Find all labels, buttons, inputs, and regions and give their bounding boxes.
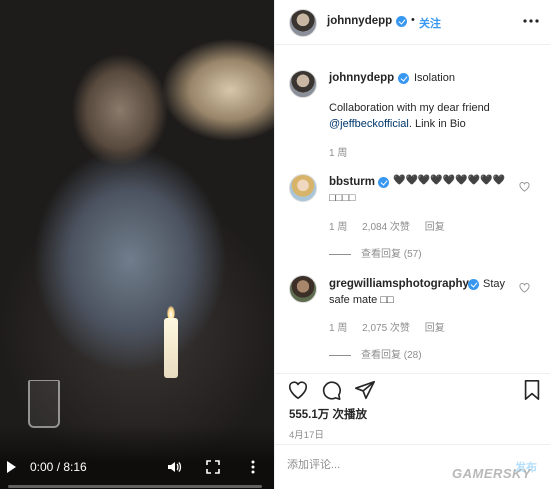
view-replies-label: 查看回复 (28) — [361, 350, 422, 361]
like-comment-icon[interactable] — [519, 283, 530, 293]
comment-text-line-2: safe mate □□ — [329, 294, 394, 306]
play-icon[interactable] — [7, 461, 16, 473]
comment-username[interactable]: gregwilliamsphotography — [329, 278, 469, 290]
reply-button[interactable]: 回复 — [425, 323, 445, 334]
view-replies-button[interactable]: 查看回复 (28) — [329, 346, 422, 361]
comment-avatar[interactable] — [289, 174, 317, 202]
caption-line-2-rest: . Link in Bio — [408, 118, 466, 130]
replies-line — [329, 253, 351, 255]
share-icon[interactable] — [354, 379, 376, 401]
verified-icon — [468, 279, 479, 290]
more-vertical-icon[interactable] — [250, 459, 256, 475]
caption-username[interactable]: johnnydepp — [329, 72, 394, 84]
post-date: 4月17日 — [289, 430, 324, 441]
comment-meta: 1 周 2,075 次赞 回复 — [329, 319, 457, 334]
video-progress-bar[interactable] — [8, 485, 262, 488]
view-replies-button[interactable]: 查看回复 (57) — [329, 245, 422, 260]
view-count[interactable]: 555.1万 次播放 — [289, 406, 367, 422]
comment-time: 1 周 — [329, 323, 348, 334]
reply-button[interactable]: 回复 — [425, 222, 445, 233]
bookmark-icon[interactable] — [521, 379, 543, 401]
heart-icon[interactable] — [287, 379, 309, 401]
follow-button[interactable]: 关注 — [419, 15, 441, 31]
verified-icon — [396, 16, 407, 27]
comment-likes[interactable]: 2,075 次赞 — [362, 323, 410, 334]
comment-username[interactable]: bbsturm — [329, 176, 375, 188]
fullscreen-icon[interactable] — [206, 460, 220, 474]
caption-line-1: Collaboration with my dear friend — [329, 102, 490, 114]
verified-icon — [378, 177, 389, 188]
video-time: 0:00 / 8:16 — [30, 460, 87, 474]
comment-meta: 1 周 2,084 次赞 回复 — [329, 218, 457, 233]
volume-icon[interactable] — [166, 459, 182, 475]
mention-link[interactable]: @jeffbeckofficial — [329, 118, 409, 130]
comment-avatar[interactable] — [289, 275, 317, 303]
separator-dot: • — [411, 14, 415, 26]
watermark: GAMERSKY — [452, 466, 532, 481]
caption-line-2: @jeffbeckofficial. Link in Bio — [329, 118, 466, 130]
candle — [164, 318, 178, 378]
caption-time: 1 周 — [329, 148, 348, 159]
comment-likes[interactable]: 2,084 次赞 — [362, 222, 410, 233]
comment-text: 🖤🖤🖤🖤🖤🖤🖤🖤🖤 — [393, 175, 506, 186]
more-options-icon[interactable] — [523, 19, 539, 23]
video-player[interactable]: 0:00 / 8:16 — [0, 0, 274, 489]
comment-icon[interactable] — [320, 379, 342, 401]
header-username[interactable]: johnnydepp — [327, 15, 392, 27]
glass — [28, 380, 60, 428]
comment-time: 1 周 — [329, 222, 348, 233]
video-controls: 0:00 / 8:16 — [0, 425, 274, 489]
video-control-row: 0:00 / 8:16 — [0, 457, 274, 477]
comment-text: Stay — [483, 278, 506, 290]
replies-line — [329, 354, 351, 356]
comment-text-line-2: □□□□ — [329, 192, 356, 204]
like-comment-icon[interactable] — [519, 182, 530, 192]
avatar[interactable] — [289, 9, 317, 37]
caption-title: Isolation — [414, 72, 455, 84]
view-replies-label: 查看回复 (57) — [361, 249, 422, 260]
caption-avatar[interactable] — [289, 70, 317, 98]
post-header: johnnydepp • 关注 — [275, 0, 550, 45]
verified-icon — [398, 73, 409, 84]
post-panel: johnnydepp • 关注 johnnydepp Isolation Col… — [274, 0, 550, 489]
